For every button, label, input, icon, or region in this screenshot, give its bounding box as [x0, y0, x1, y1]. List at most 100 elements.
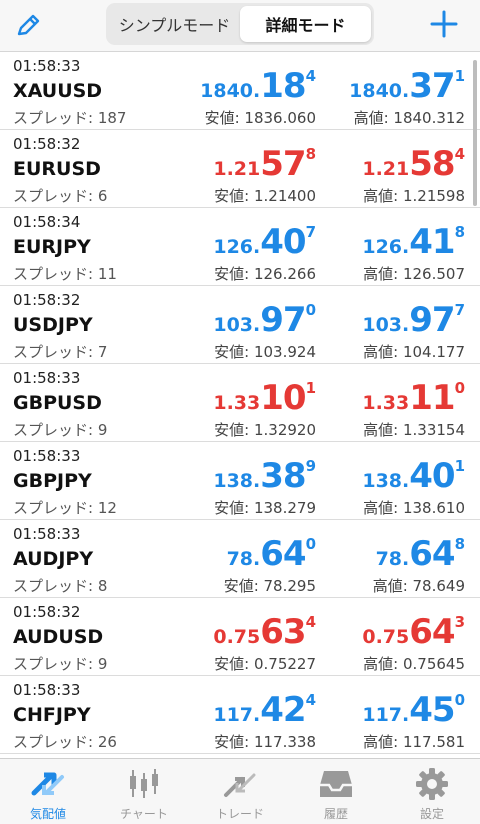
quote-row[interactable]: 01:58:32 USDJPY スプレッド: 7 103.970 103.977 安値: …	[0, 286, 480, 364]
plus-icon	[430, 10, 458, 38]
bid-price[interactable]: 1.33101	[213, 378, 316, 418]
symbol-name: EURUSD	[13, 158, 101, 180]
simple-mode-tab[interactable]: シンプルモード	[109, 6, 240, 42]
price-fraction: 4	[305, 613, 316, 631]
price-fraction: 7	[454, 301, 465, 319]
quote-row[interactable]: 01:58:33 CHFJPY スプレッド: 26 117.424 117.450 安値:…	[0, 676, 480, 754]
bid-price[interactable]: 103.970	[213, 300, 316, 340]
quote-time: 01:58:32	[13, 135, 81, 153]
low-price: 安値: 103.924	[214, 343, 316, 361]
low-price: 安値: 78.295	[223, 577, 316, 595]
price-major: 103.	[213, 314, 261, 336]
symbol-name: CHFJPY	[13, 704, 91, 726]
price-pips: 18	[260, 66, 306, 106]
symbol-name: GBPUSD	[13, 392, 102, 414]
edit-button[interactable]	[14, 10, 44, 40]
tab-settings[interactable]: 設定	[384, 759, 480, 824]
price-major: 1840.	[200, 80, 261, 102]
price-pips: 97	[260, 300, 306, 340]
mode-segmented-control: シンプルモード 詳細モード	[106, 3, 374, 45]
quote-time: 01:58:32	[13, 291, 81, 309]
price-fraction: 8	[305, 145, 316, 163]
symbol-name: AUDJPY	[13, 548, 94, 570]
ask-price[interactable]: 103.977	[362, 300, 465, 340]
tab-trade[interactable]: トレード	[192, 759, 288, 824]
bid-price[interactable]: 0.75634	[213, 612, 316, 652]
bid-price[interactable]: 126.407	[213, 222, 316, 262]
ask-price[interactable]: 1.33110	[362, 378, 465, 418]
quote-time: 01:58:33	[13, 447, 81, 465]
quote-row[interactable]: 01:58:32 EURUSD スプレッド: 6 1.21578 1.21584 安値: …	[0, 130, 480, 208]
high-price: 高値: 1.33154	[363, 421, 465, 439]
quote-row[interactable]: 01:58:33 GBPJPY スプレッド: 12 138.389 138.401 安値:…	[0, 442, 480, 520]
price-fraction: 0	[305, 535, 316, 553]
price-pips: 40	[409, 456, 455, 496]
quote-time: 01:58:33	[13, 681, 81, 699]
high-price: 高値: 1.21598	[363, 187, 465, 205]
symbol-name: GBPJPY	[13, 470, 92, 492]
spread-value: スプレッド: 9	[13, 655, 108, 673]
high-price: 高値: 104.177	[363, 343, 465, 361]
price-pips: 10	[260, 378, 306, 418]
price-pips: 11	[409, 378, 455, 418]
price-fraction: 1	[305, 379, 316, 397]
price-fraction: 0	[305, 301, 316, 319]
quote-row[interactable]: 01:58:32 AUDUSD スプレッド: 9 0.75634 0.75643 安値: …	[0, 598, 480, 676]
bid-price[interactable]: 1.21578	[213, 144, 316, 184]
bid-price[interactable]: 1840.184	[200, 66, 316, 106]
price-fraction: 4	[454, 145, 465, 163]
high-price: 高値: 117.581	[363, 733, 465, 751]
price-fraction: 1	[454, 67, 465, 85]
ask-price[interactable]: 1840.371	[349, 66, 465, 106]
spread-value: スプレッド: 7	[13, 343, 108, 361]
detailed-mode-tab[interactable]: 詳細モード	[240, 6, 371, 42]
ask-price[interactable]: 138.401	[362, 456, 465, 496]
price-major: 126.	[213, 236, 261, 258]
ask-price[interactable]: 126.418	[362, 222, 465, 262]
symbol-name: EURJPY	[13, 236, 91, 258]
price-pips: 37	[409, 66, 455, 106]
price-pips: 58	[409, 144, 455, 184]
quote-list[interactable]: 01:58:33 XAUUSD スプレッド: 187 1840.184 1840.371…	[0, 52, 480, 756]
quote-row[interactable]: 01:58:34 EURJPY スプレッド: 11 126.407 126.418 安値:…	[0, 208, 480, 286]
history-inbox-icon	[320, 771, 352, 797]
price-major: 103.	[362, 314, 410, 336]
ask-price[interactable]: 78.648	[376, 534, 465, 574]
price-pips: 57	[260, 144, 306, 184]
scrollbar[interactable]	[473, 60, 477, 206]
price-pips: 45	[409, 690, 455, 730]
symbol-name: XAUUSD	[13, 80, 103, 102]
ask-price[interactable]: 1.21584	[362, 144, 465, 184]
price-pips: 63	[260, 612, 306, 652]
tab-quotes[interactable]: 気配値	[0, 759, 96, 824]
price-fraction: 1	[454, 457, 465, 475]
tab-chart[interactable]: チャート	[96, 759, 192, 824]
low-price: 安値: 126.266	[214, 265, 316, 283]
bid-price[interactable]: 117.424	[213, 690, 316, 730]
tab-label: チャート	[120, 807, 168, 821]
quote-row[interactable]: 01:58:33 AUDJPY スプレッド: 8 78.640 78.648 安値: 78…	[0, 520, 480, 598]
gear-icon	[416, 768, 448, 800]
low-price: 安値: 1.21400	[214, 187, 316, 205]
tab-history[interactable]: 履歴	[288, 759, 384, 824]
low-price: 安値: 0.75227	[214, 655, 316, 673]
price-fraction: 3	[454, 613, 465, 631]
ask-price[interactable]: 0.75643	[362, 612, 465, 652]
spread-value: スプレッド: 26	[13, 733, 117, 751]
price-major: 1.21	[362, 158, 410, 180]
low-price: 安値: 117.338	[214, 733, 316, 751]
price-fraction: 9	[305, 457, 316, 475]
quote-time: 01:58:32	[13, 603, 81, 621]
price-major: 0.75	[213, 626, 261, 648]
price-major: 1.21	[213, 158, 261, 180]
bid-price[interactable]: 78.640	[227, 534, 316, 574]
low-price: 安値: 1836.060	[204, 109, 316, 127]
ask-price[interactable]: 117.450	[362, 690, 465, 730]
bid-price[interactable]: 138.389	[213, 456, 316, 496]
quote-row[interactable]: 01:58:33 GBPUSD スプレッド: 9 1.33101 1.33110 安値: …	[0, 364, 480, 442]
price-pips: 64	[409, 534, 455, 574]
price-major: 78.	[375, 548, 410, 570]
top-nav-bar: シンプルモード 詳細モード	[0, 0, 480, 52]
add-symbol-button[interactable]	[428, 8, 460, 40]
quote-row[interactable]: 01:58:33 XAUUSD スプレッド: 187 1840.184 1840.371…	[0, 52, 480, 130]
